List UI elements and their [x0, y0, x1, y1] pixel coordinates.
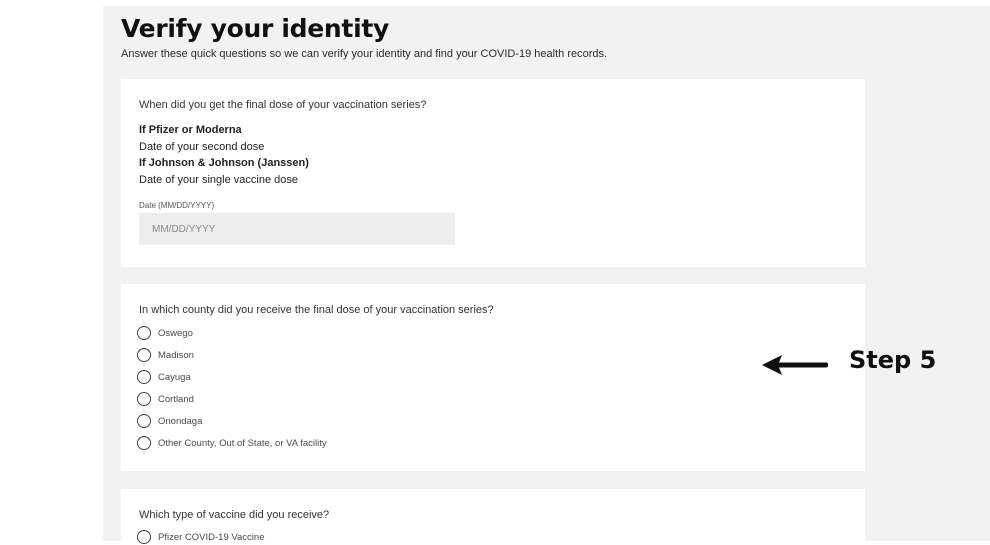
- vaccine-option-pfizer[interactable]: Pfizer COVID-19 Vaccine: [137, 529, 264, 545]
- left-arrow-icon: [762, 355, 828, 375]
- pfizer-instructions: Date of your second dose: [139, 141, 265, 153]
- radio-button[interactable]: [137, 530, 151, 544]
- county-question-text: In which county did you receive the fina…: [139, 304, 494, 316]
- final-dose-date-input[interactable]: [139, 213, 455, 245]
- county-option-label: Cayuga: [158, 371, 191, 383]
- dose-date-card: When did you get the final dose of your …: [121, 79, 865, 267]
- county-option-label: Other County, Out of State, or VA facili…: [158, 437, 327, 449]
- radio-button[interactable]: [137, 370, 151, 384]
- step-annotation-label: Step 5: [849, 346, 937, 374]
- vaccine-question-text: Which type of vaccine did you receive?: [139, 509, 330, 521]
- radio-button[interactable]: [137, 348, 151, 362]
- county-option-oswego[interactable]: Oswego: [137, 325, 193, 341]
- county-option-label: Cortland: [158, 393, 194, 405]
- vaccine-type-card: Which type of vaccine did you receive? P…: [121, 489, 865, 544]
- county-option-label: Madison: [158, 349, 194, 361]
- county-option-cayuga[interactable]: Cayuga: [137, 369, 191, 385]
- radio-button[interactable]: [137, 436, 151, 450]
- county-option-label: Onondaga: [158, 415, 203, 427]
- county-option-label: Oswego: [158, 327, 193, 339]
- page-title: Verify your identity: [121, 14, 389, 43]
- county-option-other[interactable]: Other County, Out of State, or VA facili…: [137, 435, 327, 451]
- county-option-cortland[interactable]: Cortland: [137, 391, 194, 407]
- jj-instructions: Date of your single vaccine dose: [139, 174, 298, 186]
- date-field-label: Date (MM/DD/YYYY): [139, 201, 215, 210]
- county-card: In which county did you receive the fina…: [121, 284, 865, 471]
- radio-button[interactable]: [137, 392, 151, 406]
- pfizer-heading: If Pfizer or Moderna: [139, 124, 242, 136]
- radio-button[interactable]: [137, 414, 151, 428]
- radio-button[interactable]: [137, 326, 151, 340]
- county-option-madison[interactable]: Madison: [137, 347, 194, 363]
- page-subtitle: Answer these quick questions so we can v…: [121, 48, 608, 60]
- dose-question-text: When did you get the final dose of your …: [139, 99, 427, 111]
- jj-heading: If Johnson & Johnson (Janssen): [139, 157, 309, 169]
- county-option-onondaga[interactable]: Onondaga: [137, 413, 202, 429]
